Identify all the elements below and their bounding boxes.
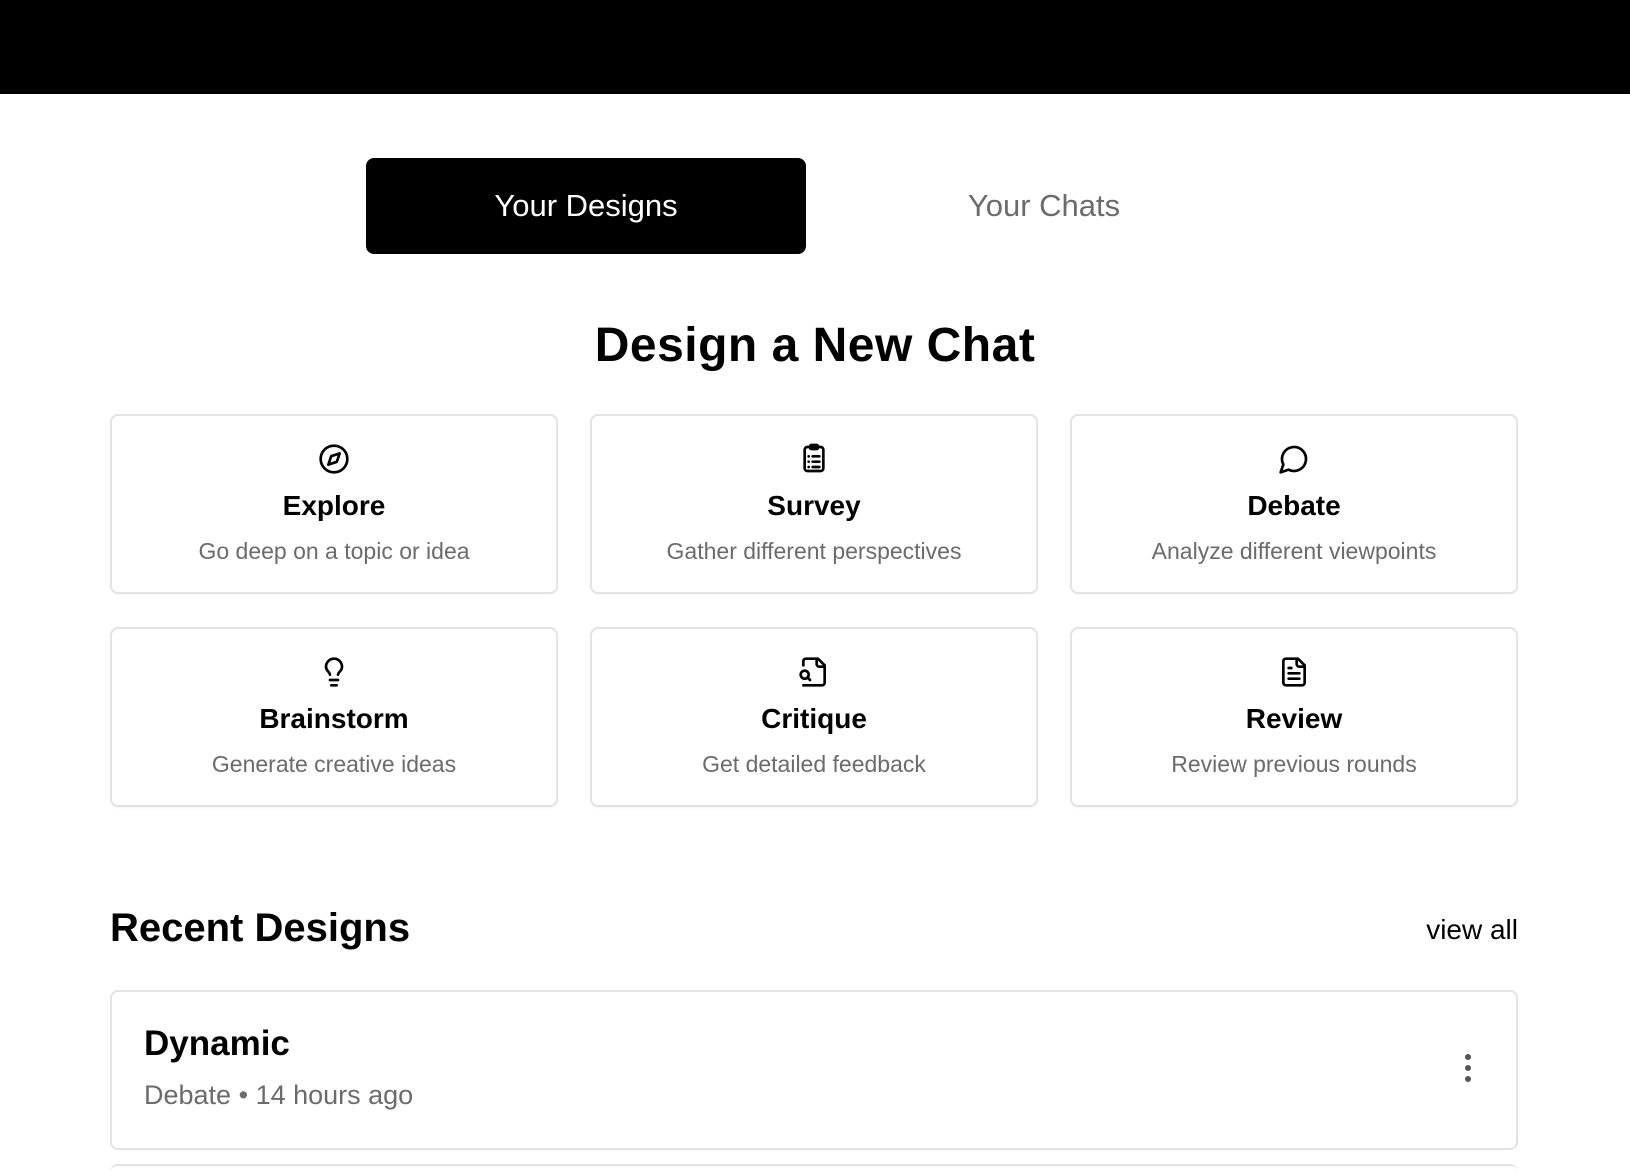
design-name: Dynamic bbox=[144, 1024, 290, 1063]
top-bar bbox=[0, 0, 1630, 94]
card-description: Gather different perspectives bbox=[666, 538, 962, 564]
card-title: Survey bbox=[767, 490, 861, 521]
file-text-icon bbox=[1277, 655, 1311, 689]
card-description: Go deep on a topic or idea bbox=[198, 538, 470, 564]
card-title: Brainstorm bbox=[259, 703, 409, 734]
card-title: Debate bbox=[1247, 490, 1341, 521]
recent-designs-heading: Recent Designs bbox=[110, 906, 411, 950]
file-search-icon bbox=[797, 655, 831, 689]
compass-icon bbox=[317, 442, 351, 476]
clipboard-list-icon bbox=[797, 442, 831, 476]
design-time: 14 hours ago bbox=[255, 1080, 414, 1110]
tab-your-designs[interactable]: Your Designs bbox=[366, 158, 806, 254]
card-critique[interactable]: Critique Get detailed feedback bbox=[590, 627, 1038, 807]
card-survey[interactable]: Survey Gather different perspectives bbox=[590, 414, 1038, 594]
card-review[interactable]: Review Review previous rounds bbox=[1070, 627, 1518, 807]
design-type: Debate bbox=[144, 1080, 232, 1110]
card-title: Explore bbox=[282, 490, 386, 521]
recent-design-item-partial[interactable] bbox=[110, 1164, 1518, 1176]
meta-separator: • bbox=[238, 1080, 249, 1110]
page-title: Design a New Chat bbox=[594, 319, 1036, 372]
card-description: Review previous rounds bbox=[1171, 751, 1417, 777]
card-description: Generate creative ideas bbox=[211, 751, 457, 777]
card-debate[interactable]: Debate Analyze different viewpoints bbox=[1070, 414, 1518, 594]
card-title: Critique bbox=[761, 703, 867, 734]
card-title: Review bbox=[1245, 703, 1343, 734]
view-all-link[interactable]: view all bbox=[1426, 914, 1518, 946]
more-vertical-icon[interactable] bbox=[1456, 1048, 1480, 1088]
message-circle-icon bbox=[1277, 442, 1311, 476]
card-brainstorm[interactable]: Brainstorm Generate creative ideas bbox=[110, 627, 558, 807]
card-description: Get detailed feedback bbox=[702, 751, 926, 777]
design-meta: Debate • 14 hours ago bbox=[144, 1080, 413, 1111]
card-description: Analyze different viewpoints bbox=[1151, 538, 1437, 564]
view-tabs: Your Designs Your Chats bbox=[366, 158, 1264, 254]
tab-your-chats[interactable]: Your Chats bbox=[824, 158, 1264, 254]
recent-design-item[interactable]: Dynamic Debate • 14 hours ago bbox=[110, 990, 1518, 1150]
card-explore[interactable]: Explore Go deep on a topic or idea bbox=[110, 414, 558, 594]
lightbulb-icon bbox=[317, 655, 351, 689]
chat-type-grid: Explore Go deep on a topic or idea Surve… bbox=[110, 414, 1518, 807]
